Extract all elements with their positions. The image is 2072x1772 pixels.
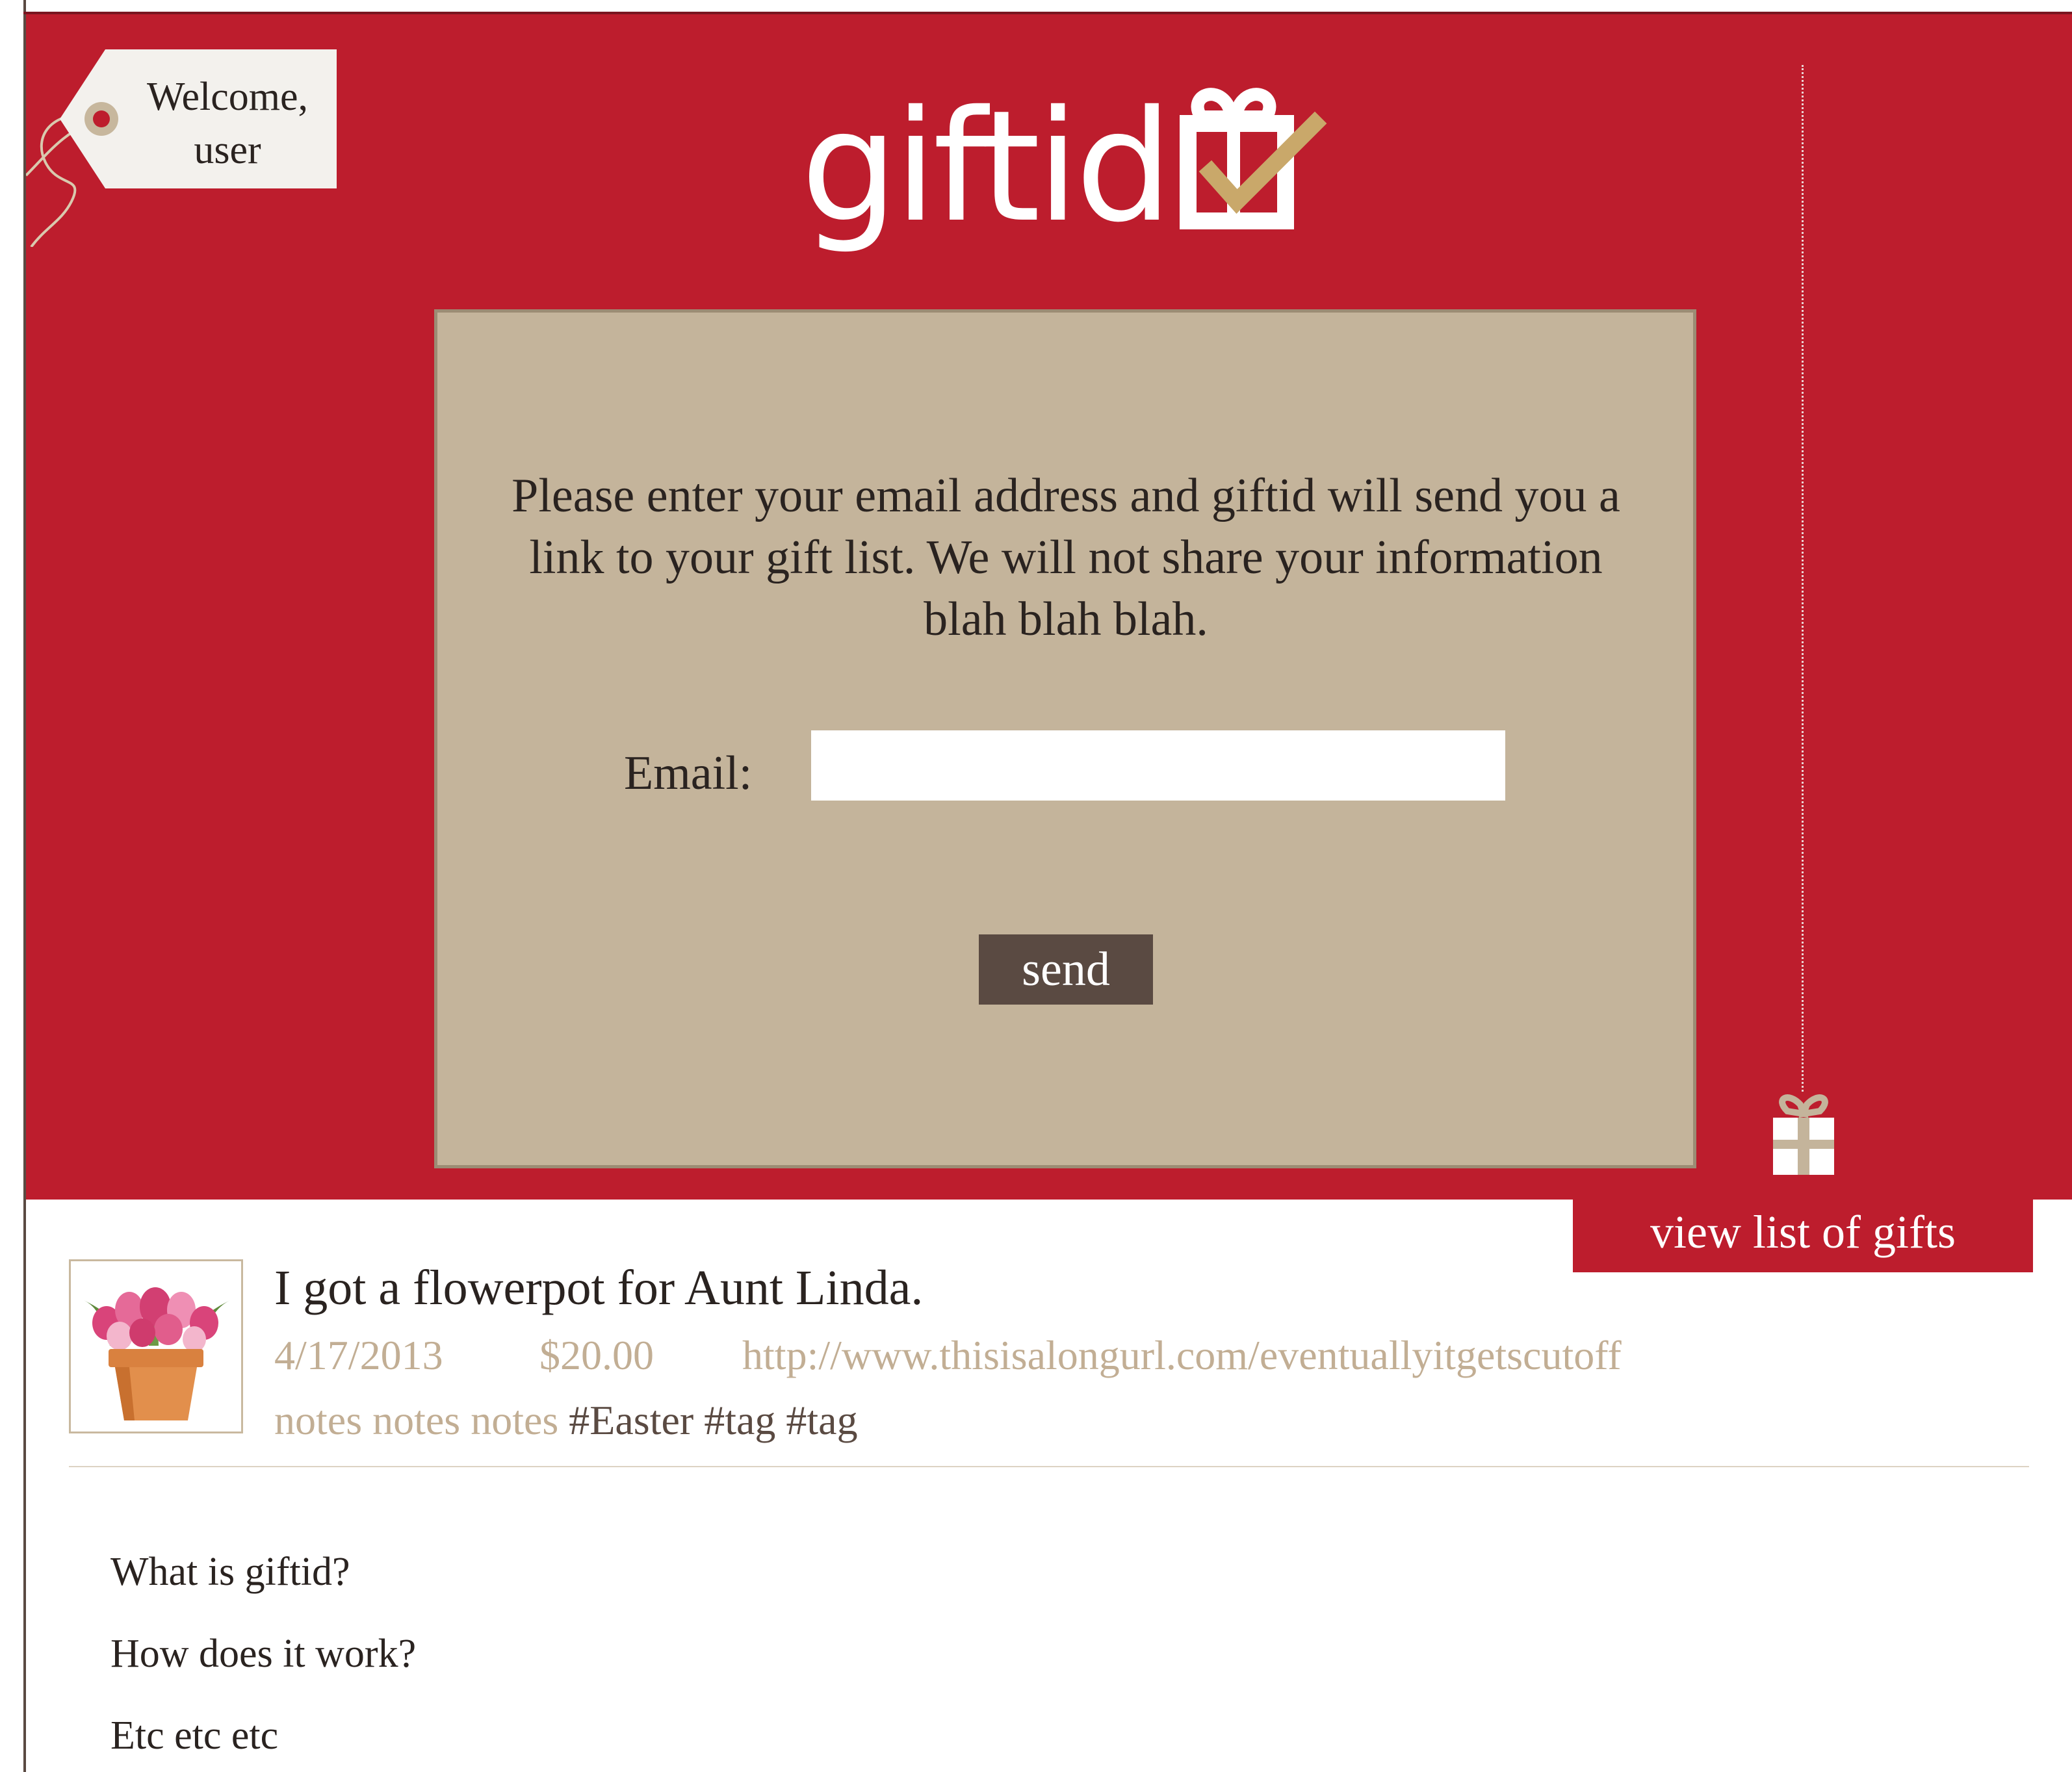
dotted-string-line xyxy=(1802,65,1804,1092)
faq-link-etc[interactable]: Etc etc etc xyxy=(110,1706,278,1765)
email-input[interactable] xyxy=(811,730,1505,801)
logo-wordmark: giftid xyxy=(801,77,1172,256)
view-gifts-button[interactable]: view list of gifts xyxy=(1573,1200,2033,1272)
gift-box-icon xyxy=(1773,1094,1834,1175)
gift-tag[interactable]: #tag xyxy=(704,1397,775,1443)
gift-url-link[interactable]: http://www.thisisalongurl.com/eventually… xyxy=(742,1323,1622,1388)
send-button[interactable]: send xyxy=(979,934,1153,1005)
gift-thumbnail[interactable] xyxy=(69,1259,243,1433)
flowerpot-tulips-icon xyxy=(84,1287,230,1420)
welcome-message: Welcome, user xyxy=(146,75,309,172)
gift-price: $20.00 xyxy=(539,1332,654,1378)
entry-divider xyxy=(69,1466,2029,1467)
top-border xyxy=(23,12,2072,14)
email-label: Email: xyxy=(624,747,753,800)
giftid-logo[interactable]: giftid xyxy=(801,86,1338,260)
gift-tag[interactable]: #Easter xyxy=(569,1397,693,1443)
gift-notes: notes notes notes xyxy=(274,1397,559,1443)
gift-date: 4/17/2013 xyxy=(274,1332,443,1378)
form-instructions: Please enter your email address and gift… xyxy=(512,469,1620,646)
gift-title[interactable]: I got a flowerpot for Aunt Linda. xyxy=(274,1255,923,1320)
faq-link-what-is-giftid[interactable]: What is giftid? xyxy=(110,1543,350,1601)
faq-link-how-does-it-work[interactable]: How does it work? xyxy=(110,1624,416,1683)
gift-tag[interactable]: #tag xyxy=(786,1397,857,1443)
gift-notes-row: notes notes notes #Easter #tag #tag xyxy=(274,1388,858,1453)
gift-check-logo-icon xyxy=(1180,88,1327,229)
